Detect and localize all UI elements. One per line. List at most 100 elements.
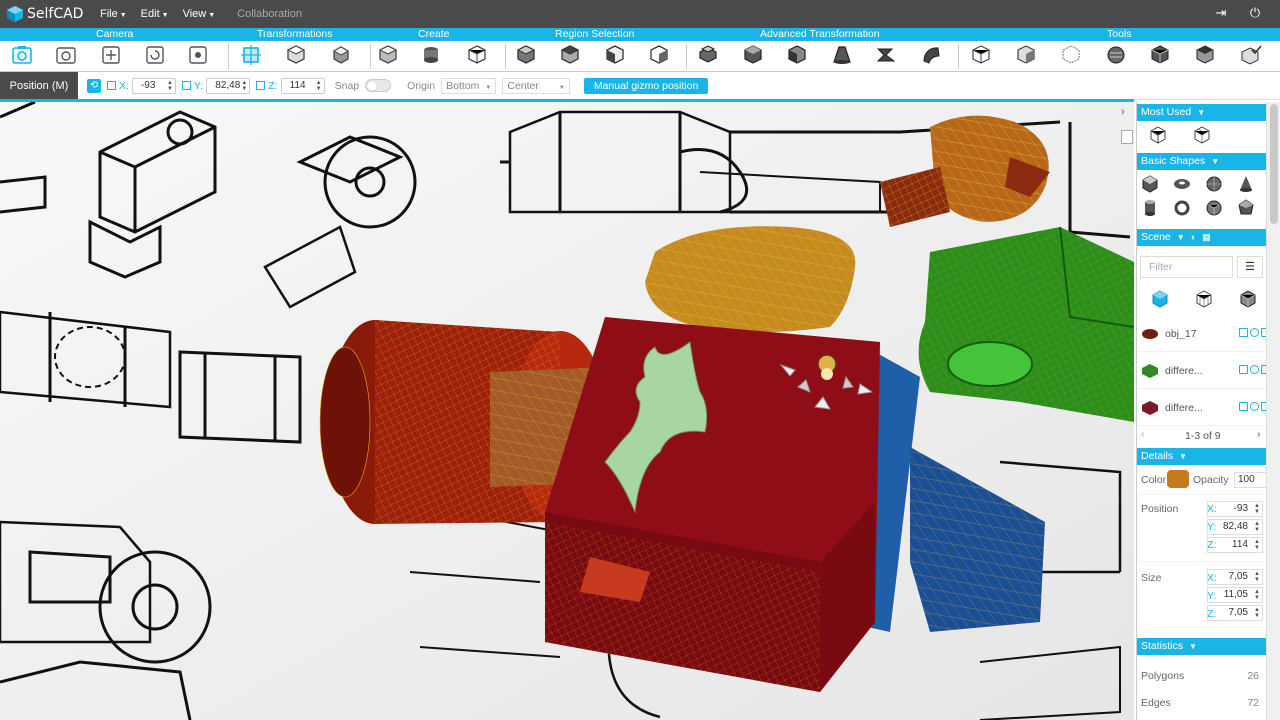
- center-select[interactable]: Center ▼: [502, 77, 570, 94]
- snap-toggle[interactable]: [365, 79, 392, 92]
- tool-check-button[interactable]: [1240, 44, 1262, 66]
- twist-button[interactable]: [875, 44, 897, 66]
- wireframe-view-icon[interactable]: [1195, 290, 1213, 308]
- camera-zoom-button[interactable]: [55, 44, 77, 66]
- stepper-icon[interactable]: ▲ ▼: [1254, 571, 1260, 583]
- stitch-button[interactable]: [786, 44, 808, 66]
- size-z-input[interactable]: 7,05 ▲ ▼: [1207, 605, 1263, 621]
- app-logo[interactable]: SelfCAD: [6, 5, 86, 23]
- panel-handle[interactable]: [1121, 130, 1133, 144]
- stepper-icon[interactable]: ▲ ▼: [1254, 503, 1260, 515]
- eye-icon[interactable]: [1250, 402, 1259, 411]
- y-position-input[interactable]: 82,48 ▲ ▼: [206, 77, 251, 94]
- select-checkbox[interactable]: [1239, 328, 1248, 337]
- stepper-icon[interactable]: ▲ ▼: [1254, 521, 1260, 533]
- extrusion-button[interactable]: [697, 44, 719, 66]
- most-used-header[interactable]: Most Used ▼: [1137, 104, 1267, 121]
- tool-sculpt-button[interactable]: [1105, 44, 1127, 66]
- stepper-icon[interactable]: ▲ ▼: [167, 80, 173, 92]
- x-position-input[interactable]: -93 ▲ ▼: [131, 77, 176, 94]
- tool-union-button[interactable]: [970, 44, 992, 66]
- camera-reset-button[interactable]: [11, 44, 33, 66]
- camera-focus-button[interactable]: [187, 44, 209, 66]
- z-lock-checkbox[interactable]: [256, 81, 266, 90]
- next-page-icon[interactable]: ›: [1257, 428, 1261, 440]
- y-lock-checkbox[interactable]: [181, 81, 191, 90]
- details-header[interactable]: Details ▼: [1137, 448, 1267, 465]
- shape-cylinder-icon[interactable]: [1141, 199, 1159, 217]
- select-vertex-button[interactable]: [515, 44, 537, 66]
- scene-header[interactable]: Scene ▼ ◐ ▦: [1137, 229, 1267, 246]
- scene-object-row[interactable]: differe...: [1137, 390, 1267, 426]
- stepper-icon[interactable]: ▲ ▼: [1254, 607, 1260, 619]
- x-lock-checkbox[interactable]: [107, 81, 116, 90]
- scrollbar-thumb[interactable]: [1270, 104, 1278, 224]
- select-checkbox[interactable]: [1239, 365, 1248, 374]
- tool-solidify-button[interactable]: [1194, 44, 1216, 66]
- menu-edit[interactable]: Edit ▼: [141, 8, 169, 20]
- z-position-input[interactable]: 114 ▲ ▼: [280, 77, 325, 94]
- tool-intersection-button[interactable]: [1060, 44, 1082, 66]
- menu-file[interactable]: File ▼: [100, 8, 127, 20]
- shape-cone-icon[interactable]: [1237, 175, 1255, 193]
- menu-view[interactable]: View ▼: [183, 8, 216, 20]
- create-shape-button[interactable]: [420, 44, 442, 66]
- origin-select[interactable]: Bottom ▼: [441, 77, 497, 94]
- taper-button[interactable]: [831, 44, 853, 66]
- scene-object-row[interactable]: differe...: [1137, 353, 1267, 389]
- filter-icon[interactable]: ☰: [1237, 256, 1263, 278]
- manual-gizmo-position-button[interactable]: Manual gizmo position: [583, 77, 709, 94]
- shape-geosphere-icon[interactable]: [1205, 199, 1223, 217]
- wire-cube-icon[interactable]: [1193, 126, 1211, 144]
- eye-icon[interactable]: [1250, 328, 1259, 337]
- prev-page-icon[interactable]: ‹: [1141, 428, 1145, 440]
- stepper-icon[interactable]: ▲ ▼: [1254, 539, 1260, 551]
- move-tool-button[interactable]: [240, 44, 262, 66]
- camera-rotate-button[interactable]: [144, 44, 166, 66]
- camera-pan-button[interactable]: [100, 44, 122, 66]
- shape-knot-icon[interactable]: [1173, 199, 1191, 217]
- shape-sphere-icon[interactable]: [1205, 175, 1223, 193]
- shape-polyhedron-icon[interactable]: [1237, 199, 1255, 217]
- sign-in-icon[interactable]: ⇥: [1214, 6, 1228, 20]
- size-x-input[interactable]: 7,05 ▲ ▼: [1207, 569, 1263, 585]
- stepper-icon[interactable]: ▲ ▼: [241, 80, 247, 92]
- pos-y-input[interactable]: 82,48 ▲ ▼: [1207, 519, 1263, 535]
- create-generator-button[interactable]: [466, 44, 488, 66]
- pos-z-input[interactable]: 114 ▲ ▼: [1207, 537, 1263, 553]
- collapse-panel-icon[interactable]: ›: [1121, 106, 1135, 120]
- grid-view-icon[interactable]: ▦: [1202, 232, 1211, 242]
- panel-scrollbar[interactable]: [1266, 102, 1280, 720]
- tool-difference-button[interactable]: [1015, 44, 1037, 66]
- select-object-button[interactable]: [648, 44, 670, 66]
- select-checkbox[interactable]: [1239, 402, 1248, 411]
- scale-tool-button[interactable]: [330, 44, 352, 66]
- rotate-tool-button[interactable]: [285, 44, 307, 66]
- pos-x-input[interactable]: -93 ▲ ▼: [1207, 501, 1263, 517]
- 3d-viewport[interactable]: [0, 102, 1134, 720]
- basic-shapes-header[interactable]: Basic Shapes ▼: [1137, 153, 1267, 170]
- cube-icon[interactable]: [1149, 126, 1167, 144]
- mixed-view-icon[interactable]: [1239, 290, 1257, 308]
- create-cube-button[interactable]: [377, 44, 399, 66]
- eye-icon[interactable]: [1250, 365, 1259, 374]
- solid-view-icon[interactable]: [1151, 290, 1169, 308]
- menu-collaboration[interactable]: Collaboration: [237, 8, 302, 20]
- scene-view-toggle-icon[interactable]: ◐: [1191, 232, 1196, 242]
- opacity-input[interactable]: 100: [1234, 472, 1267, 488]
- shape-cube-icon[interactable]: [1141, 175, 1159, 193]
- stepper-icon[interactable]: ▲ ▼: [1254, 589, 1260, 601]
- bevel-button[interactable]: [742, 44, 764, 66]
- deform-button[interactable]: [920, 44, 942, 66]
- size-y-input[interactable]: 11,05 ▲ ▼: [1207, 587, 1263, 603]
- tool-mesh-button[interactable]: [1149, 44, 1171, 66]
- shape-torus-icon[interactable]: [1173, 175, 1191, 193]
- power-icon[interactable]: ⏻: [1248, 6, 1262, 20]
- reset-icon[interactable]: ⟲: [87, 78, 101, 93]
- position-tab[interactable]: Position (M): [0, 71, 78, 100]
- color-swatch[interactable]: [1167, 470, 1189, 488]
- statistics-header[interactable]: Statistics ▼: [1137, 638, 1267, 655]
- scene-filter-input[interactable]: Filter: [1140, 256, 1233, 278]
- select-face-button[interactable]: [604, 44, 626, 66]
- scene-object-row[interactable]: obj_17: [1137, 316, 1267, 352]
